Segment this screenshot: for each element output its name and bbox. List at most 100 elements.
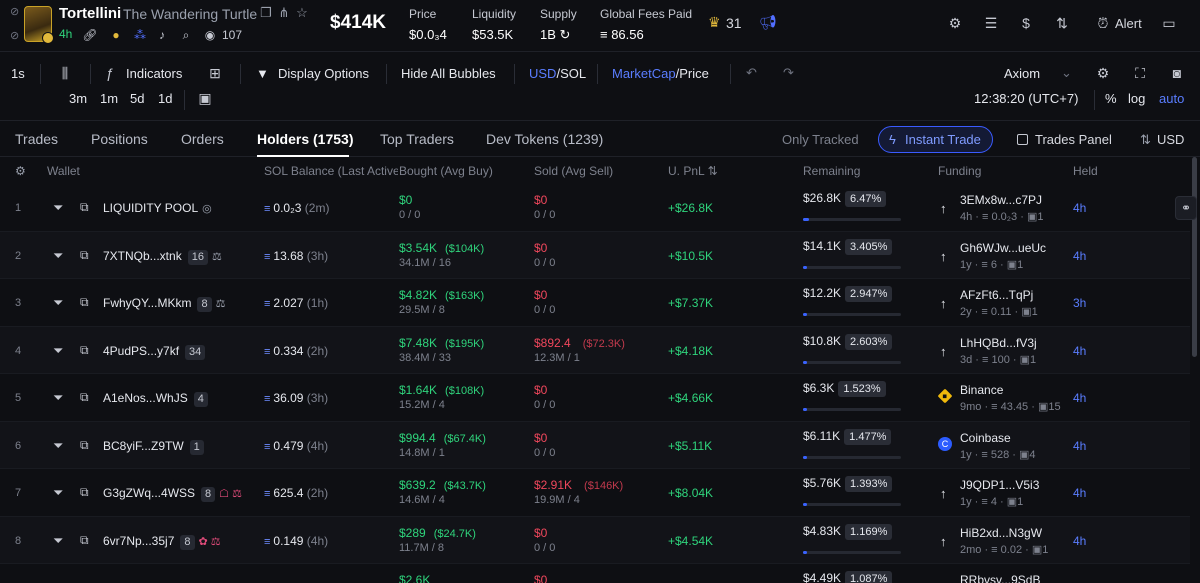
swap-arrows-icon[interactable]: ⇅	[1053, 14, 1071, 32]
filter-icon[interactable]: ⏷	[53, 200, 63, 216]
tab-positions[interactable]: Positions	[91, 131, 148, 147]
range-1m[interactable]: 1m	[100, 91, 118, 106]
external-link-icon[interactable]: ⧉	[80, 200, 89, 215]
crown-icon[interactable]: ♛	[708, 14, 721, 31]
wallet-address[interactable]: G3gZWq...4WSS	[103, 486, 195, 500]
community-icon[interactable]: ⁂	[132, 27, 148, 43]
eye-off-icon[interactable]: ⊘	[10, 5, 24, 19]
column-header-sol-balance[interactable]: SOL Balance (Last Active)	[264, 164, 398, 178]
coin-icon[interactable]: ●	[108, 27, 124, 43]
tab-dev-tokens[interactable]: Dev Tokens (1239)	[486, 131, 603, 147]
tab-holders[interactable]: Holders (1753)	[257, 131, 353, 147]
wallet-address[interactable]: LIQUIDITY POOL	[103, 201, 198, 215]
wallet-address[interactable]: BC8yiF...Z9TW	[103, 439, 184, 453]
star-icon[interactable]: ☆	[294, 5, 310, 21]
funding-cell[interactable]: ↑ Gh6WJw...ueUc 1y · ≡ 6 · ▣1	[940, 241, 1046, 271]
filter-icon[interactable]: ⏷	[53, 533, 63, 549]
interval-selector[interactable]: 1s	[11, 66, 25, 81]
funding-source[interactable]: AFzFt6...TqPj	[960, 288, 1038, 302]
wallet-cell[interactable]: A1eNos...WhJS 4	[103, 391, 208, 407]
wallet-address[interactable]: A1eNos...WhJS	[103, 391, 188, 405]
marketcap-price-toggle[interactable]: MarketCap/Price	[612, 66, 709, 81]
funding-cell[interactable]: ↑ RRbvsv...9SdB	[940, 573, 1040, 583]
column-header-bought[interactable]: Bought (Avg Buy)	[399, 164, 493, 178]
table-row[interactable]: 6 ⏷ ⧉ BC8yiF...Z9TW 1 ≡ 0.479 (4h) $994.4 (…	[0, 421, 1190, 469]
table-row[interactable]: 4 ⏷ ⧉ 4PudPS...y7kf 34 ≡ 0.334 (2h) $7.48K…	[0, 326, 1190, 374]
filter-icon[interactable]: ⏷	[53, 295, 63, 311]
list-settings-icon[interactable]: ☰	[982, 14, 1000, 32]
external-link-icon[interactable]: ⧉	[80, 533, 89, 548]
table-row[interactable]: 1 ⏷ ⧉ LIQUIDITY POOL ◎ ≡ 0.0₂3 (2m) $0 0 /…	[0, 184, 1190, 232]
dropdown-caret-icon[interactable]: ▼	[256, 66, 269, 81]
chevron-down-icon[interactable]: ⌄	[1061, 65, 1072, 81]
filter-icon[interactable]: ⏷	[53, 343, 63, 359]
indicators-button[interactable]: Indicators	[126, 66, 182, 81]
currency-toggle[interactable]: USD/SOL	[529, 66, 586, 81]
table-scrollbar[interactable]	[1190, 157, 1200, 583]
token-name[interactable]: Tortellini	[59, 5, 121, 22]
wallet-address[interactable]: FwhyQY...MKkm	[103, 296, 191, 310]
column-header-sold[interactable]: Sold (Avg Sell)	[534, 164, 613, 178]
layout-panel-icon[interactable]: ▭	[1160, 14, 1178, 32]
undo-icon[interactable]: ↶	[746, 65, 757, 81]
hide-bubbles-button[interactable]: Hide All Bubbles	[401, 66, 496, 81]
crown-count[interactable]: 31	[726, 15, 742, 31]
search-icon[interactable]: ⌕	[178, 27, 194, 43]
table-row[interactable]: 8 ⏷ ⧉ 6vr7Np...35j7 8 ✿ ⚖ ≡ 0.149 (4h) $289…	[0, 516, 1190, 564]
filter-icon[interactable]: ⏷	[53, 248, 63, 264]
column-header-held[interactable]: Held	[1073, 164, 1098, 178]
external-link-icon[interactable]: ⧉	[80, 438, 89, 453]
wallet-cell[interactable]: BC8yiF...Z9TW 1	[103, 439, 204, 455]
wallet-cell[interactable]: 6vr7Np...35j7 8 ✿ ⚖	[103, 534, 221, 550]
filter-icon[interactable]: ⏷	[53, 438, 63, 454]
chart-settings-icon[interactable]: ⚙	[1094, 64, 1112, 82]
funding-source[interactable]: LhHQBd...fV3j	[960, 336, 1037, 350]
tiktok-icon[interactable]: ♪	[154, 27, 170, 43]
percent-scale-toggle[interactable]: %	[1105, 91, 1117, 106]
wallet-cell[interactable]: G3gZWq...4WSS 8 ☖ ⚖	[103, 486, 242, 502]
alert-button[interactable]: Alert	[1115, 16, 1142, 31]
filter-icon[interactable]: ⏷	[53, 390, 63, 406]
column-header-remaining[interactable]: Remaining	[803, 164, 860, 178]
only-tracked-toggle[interactable]: Only Tracked	[782, 132, 859, 147]
tab-trades[interactable]: Trades	[15, 131, 58, 147]
external-link-icon[interactable]: ⧉	[80, 248, 89, 263]
range-1d[interactable]: 1d	[158, 91, 172, 106]
wallet-address[interactable]: 4PudPS...y7kf	[103, 344, 179, 358]
table-row[interactable]: 7 ⏷ ⧉ G3gZWq...4WSS 8 ☖ ⚖ ≡ 625.4 (2h) $639…	[0, 469, 1190, 517]
column-header-pnl[interactable]: U. PnL ⇅	[668, 164, 718, 178]
wallet-cell[interactable]: 4PudPS...y7kf 34	[103, 344, 206, 360]
funding-source[interactable]: 3EMx8w...c7PJ	[960, 193, 1043, 207]
external-link-icon[interactable]: ⧉	[80, 485, 89, 500]
tab-orders[interactable]: Orders	[181, 131, 224, 147]
funding-cell[interactable]: ↑ J9QDP1...V5i3 1y · ≡ 4 · ▣1	[940, 478, 1039, 508]
currency-switch[interactable]: ⇅ USD	[1140, 132, 1184, 147]
trades-panel-button[interactable]: Trades Panel	[1017, 132, 1112, 147]
indicators-icon[interactable]: ƒ	[101, 64, 119, 82]
funding-cell[interactable]: ↑ 3EMx8w...c7PJ 4h · ≡ 0.0₂3 · ▣1	[940, 193, 1043, 223]
redo-icon[interactable]: ↷	[783, 65, 794, 81]
tab-top-traders[interactable]: Top Traders	[380, 131, 454, 147]
camera-icon[interactable]: ◙	[1168, 64, 1186, 82]
table-row[interactable]: 5 ⏷ ⧉ A1eNos...WhJS 4 ≡ 36.09 (3h) $1.64K (…	[0, 374, 1190, 422]
settings-icon[interactable]: ⚙	[946, 14, 964, 32]
wallet-address[interactable]: 6vr7Np...35j7	[103, 534, 174, 548]
range-3m[interactable]: 3m	[69, 91, 87, 106]
funding-source[interactable]: HiB2xd...N3gW	[960, 526, 1048, 540]
funding-source[interactable]: RRbvsv...9SdB	[960, 573, 1040, 583]
date-range-icon[interactable]: ▣	[196, 89, 214, 107]
megaphone-icon[interactable]: 📢︎	[759, 14, 777, 31]
dollar-circle-icon[interactable]: $	[1017, 14, 1035, 32]
funding-source[interactable]: Coinbase	[960, 431, 1036, 445]
table-row[interactable]: 3 ⏷ ⧉ FwhyQY...MKkm 8 ⚖ ≡ 2.027 (1h) $4.82K…	[0, 279, 1190, 327]
external-link-icon[interactable]: ⧉	[80, 343, 89, 358]
wallet-address[interactable]: 7XTNQb...xtnk	[103, 249, 182, 263]
funding-cell[interactable]: C Coinbase 1y · ≡ 528 · ▣4	[938, 431, 1036, 461]
instant-trade-button[interactable]: ϟ Instant Trade	[878, 126, 993, 153]
alert-clock-icon[interactable]: ⏰︎	[1094, 14, 1112, 32]
display-options-button[interactable]: Display Options	[278, 66, 369, 81]
bubble-map-icon[interactable]: ⚭	[1175, 196, 1197, 220]
table-row[interactable]: 9 ⏷ ⧉ $2.6K $0 $4.49K1.087% ↑ RRbvsv...9…	[0, 564, 1190, 583]
eye-off-icon[interactable]: ⊘	[10, 29, 24, 43]
log-scale-toggle[interactable]: log	[1128, 91, 1145, 106]
